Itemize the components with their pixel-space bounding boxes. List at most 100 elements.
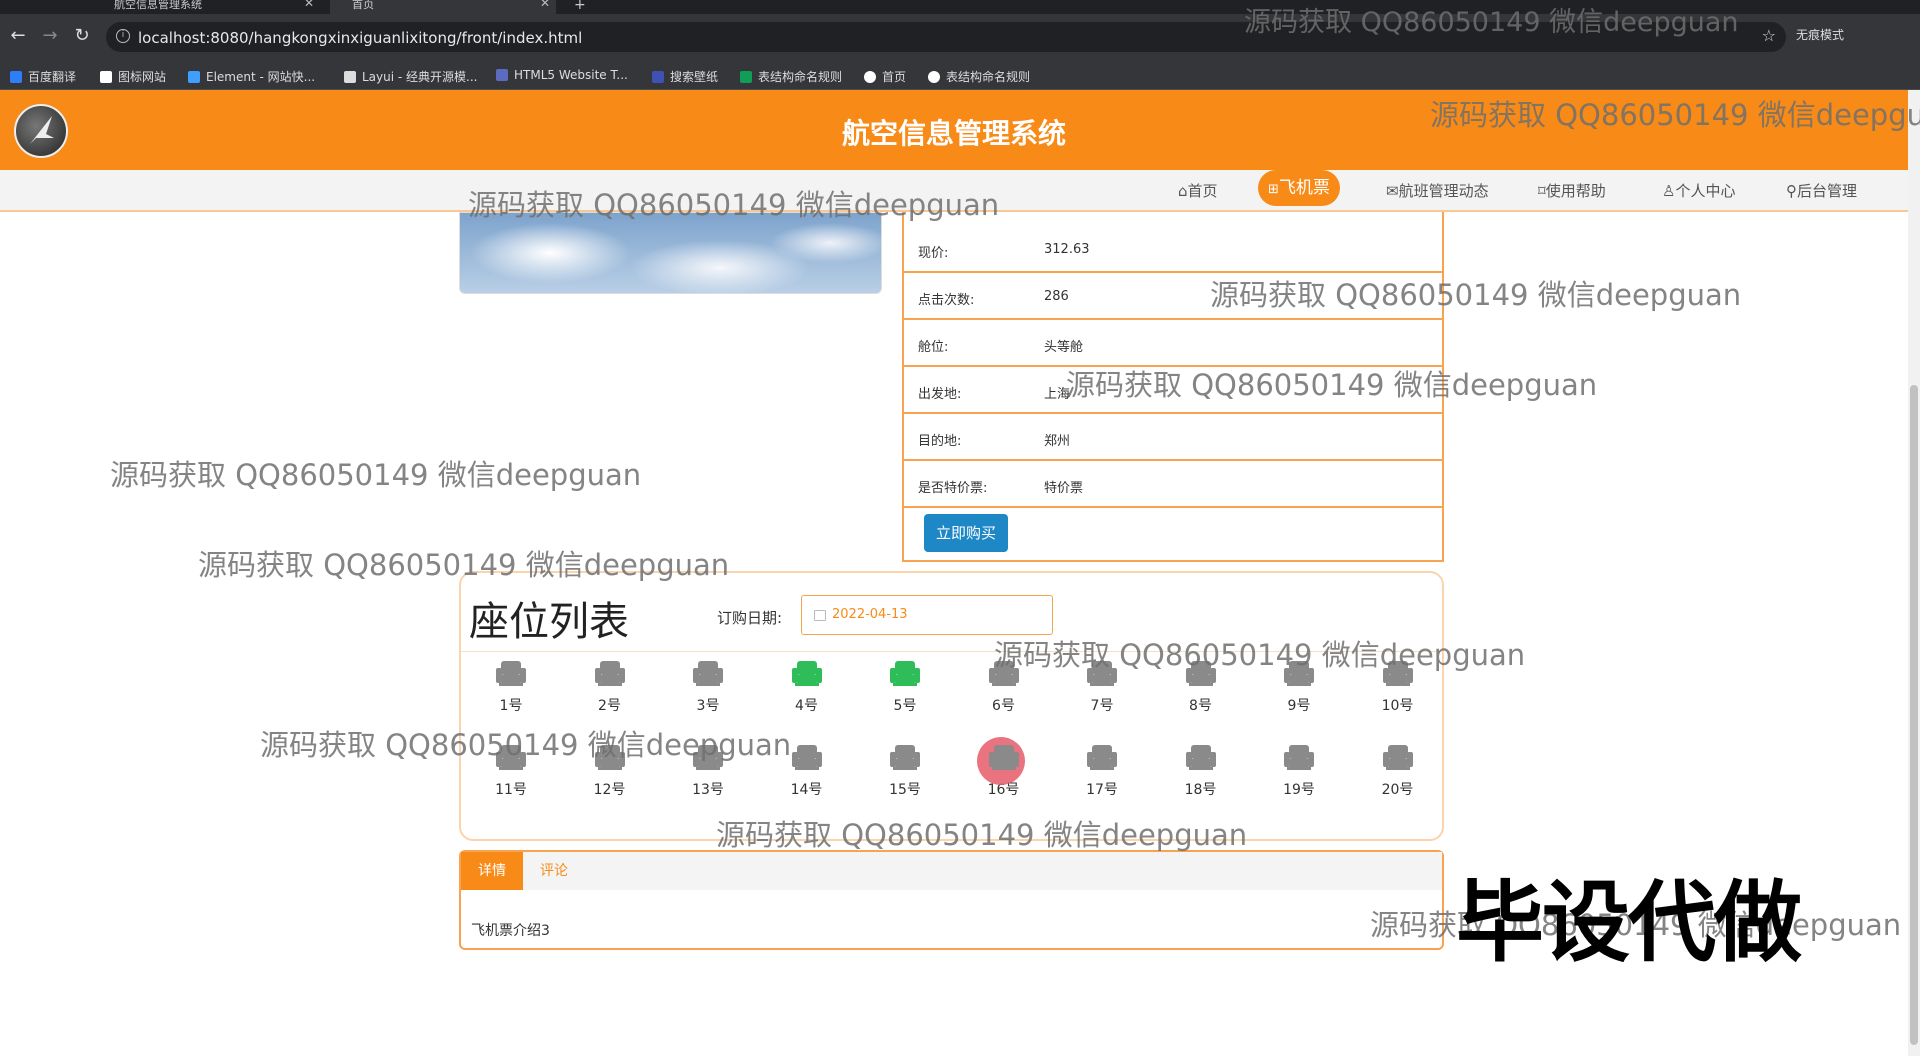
bookmark-item[interactable]: Layui - 经典开源模... (344, 68, 477, 85)
detail-key: 是否特价票: (918, 481, 988, 496)
calendar-icon (814, 610, 826, 621)
detail-row-cabin: 舱位: 头等舱 (904, 320, 1442, 367)
seat-17[interactable]: 17号 (1072, 743, 1132, 813)
globe-icon (864, 71, 876, 83)
watermark: 源码获取 QQ86050149 微信deepguan (1244, 7, 1739, 38)
nav-item-profile[interactable]: ♙个人中心 (1662, 180, 1735, 201)
tab-details[interactable]: 详情 (461, 852, 523, 890)
bookmark-item[interactable]: 表结构命名规则 (928, 68, 1030, 85)
flag-icon (100, 71, 112, 83)
bookmark-label: 表结构命名规则 (758, 70, 843, 84)
html5-icon (496, 69, 508, 81)
nav-item-admin[interactable]: ⚲后台管理 (1786, 180, 1857, 201)
bookmark-item[interactable]: 图标网站 (100, 68, 166, 85)
browser-menu-icon[interactable] (0, 0, 88, 14)
nav-item-label: 首页 (1187, 182, 1218, 200)
forward-arrow-icon[interactable]: → (38, 24, 62, 48)
bookmark-label: 百度翻译 (28, 70, 77, 84)
seat-15[interactable]: 15号 (875, 743, 935, 813)
seat-16[interactable]: 16号 (974, 737, 1034, 813)
seat-3[interactable]: 3号 (678, 659, 738, 729)
browser-tab-1-title: 航空信息管理系统 (114, 0, 202, 11)
tabs-header: 详情 评论 (461, 852, 1442, 890)
ticket-image (459, 212, 882, 294)
bookmark-item[interactable]: 表结构命名规则 (740, 68, 842, 85)
seat-19[interactable]: 19号 (1269, 743, 1329, 813)
nav-item-flight-news[interactable]: ✉航班管理动态 (1386, 180, 1489, 201)
user-icon: ♙ (1662, 182, 1676, 200)
info-icon[interactable]: i (116, 29, 130, 43)
seat-icon (1087, 745, 1117, 770)
seat-icon (496, 661, 526, 686)
watermark: 源码获取 QQ86050149 微信deepguan (260, 728, 792, 762)
bookmark-label: Element - 网站快... (206, 70, 316, 84)
tab-comments[interactable]: 评论 (523, 852, 585, 890)
bookmark-label: HTML5 Website T... (514, 68, 628, 82)
incognito-label[interactable]: 无痕模式 (1796, 26, 1844, 43)
close-icon[interactable]: ✕ (304, 0, 314, 9)
bookmark-item[interactable]: HTML5 Website T... (496, 68, 628, 82)
element-icon (188, 71, 200, 83)
browser-tab-1[interactable]: 航空信息管理系统 ✕ (92, 0, 320, 14)
seat-label: 14号 (790, 782, 823, 798)
stamp-text: 毕设代做 (1456, 871, 1802, 974)
bookmark-item[interactable]: 首页 (864, 68, 906, 85)
detail-row-destination: 目的地: 郑州 (904, 414, 1442, 461)
detail-value: 286 (1044, 289, 1069, 304)
seat-5[interactable]: 5号 (875, 659, 935, 729)
watermark: 源码获取 QQ86050149 微信deepguan (716, 818, 1248, 852)
seat-4[interactable]: 4号 (777, 659, 837, 729)
nav-item-label: 飞机票 (1278, 178, 1330, 198)
nav-item-tickets[interactable]: ⊞飞机票 (1258, 170, 1340, 206)
seat-2[interactable]: 2号 (580, 659, 640, 729)
bookmark-item[interactable]: Element - 网站快... (188, 68, 315, 85)
seat-label: 6号 (992, 698, 1015, 714)
bookmark-label: 表结构命名规则 (946, 70, 1031, 84)
seat-label: 8号 (1189, 698, 1212, 714)
detail-value: 312.63 (1044, 242, 1090, 257)
browser-tab-2[interactable]: 首页 ✕ (330, 0, 556, 14)
detail-value: 特价票 (1044, 481, 1084, 496)
seat-18[interactable]: 18号 (1171, 743, 1231, 813)
seat-icon (890, 661, 920, 686)
detail-value: 郑州 (1044, 434, 1071, 449)
detail-tabs-panel: 详情 评论 飞机票介绍3 (459, 850, 1444, 950)
seat-label: 4号 (795, 698, 818, 714)
seat-icon (1185, 745, 1216, 770)
seat-label: 3号 (696, 698, 720, 714)
seat-icon (890, 745, 920, 770)
url-text[interactable]: localhost:8080/hangkongxinxiguanlixitong… (138, 29, 582, 47)
close-icon[interactable]: ✕ (540, 0, 550, 9)
seat-icon (1284, 745, 1314, 770)
detail-key: 出发地: (918, 387, 962, 402)
nav-item-help[interactable]: ⌑使用帮助 (1538, 180, 1606, 201)
nav-item-label: 航班管理动态 (1398, 182, 1489, 200)
order-date-value: 2022-04-13 (832, 607, 908, 622)
scrollbar-thumb[interactable] (1910, 385, 1918, 1045)
mail-icon: ✉ (1386, 182, 1399, 200)
watermark: 源码获取 QQ86050149 微信deepguan (1066, 368, 1598, 402)
layui-icon (344, 71, 356, 83)
sheet-icon (740, 71, 752, 83)
seat-label: 17号 (1086, 782, 1118, 798)
seat-1[interactable]: 1号 (481, 659, 541, 729)
order-date-input[interactable]: 2022-04-13 (801, 595, 1053, 635)
browser-tab-2-title: 首页 (352, 0, 374, 11)
watermark: 源码获取 QQ86050149 微信deepguan (994, 638, 1526, 672)
bookmark-item[interactable]: 搜索壁纸 (652, 68, 718, 85)
nav-item-label: 使用帮助 (1545, 182, 1606, 200)
reload-icon[interactable]: ↻ (70, 24, 94, 48)
buy-now-button[interactable]: 立即购买 (924, 514, 1008, 552)
seat-20[interactable]: 20号 (1368, 743, 1428, 813)
new-tab-button[interactable]: + (568, 0, 598, 14)
back-arrow-icon[interactable]: ← (6, 24, 30, 48)
seat-list-title: 座位列表 (469, 599, 629, 645)
bookmark-item[interactable]: 百度翻译 (10, 68, 76, 85)
detail-key: 现价: (918, 246, 949, 261)
detail-value: 头等舱 (1044, 340, 1084, 355)
nav-item-home[interactable]: ⌂首页 (1178, 180, 1218, 201)
detail-row-special: 是否特价票: 特价票 (904, 461, 1442, 508)
order-date-label: 订购日期: (717, 609, 783, 627)
star-icon[interactable]: ☆ (1762, 26, 1776, 45)
grid-icon: ⊞ (1268, 182, 1279, 197)
